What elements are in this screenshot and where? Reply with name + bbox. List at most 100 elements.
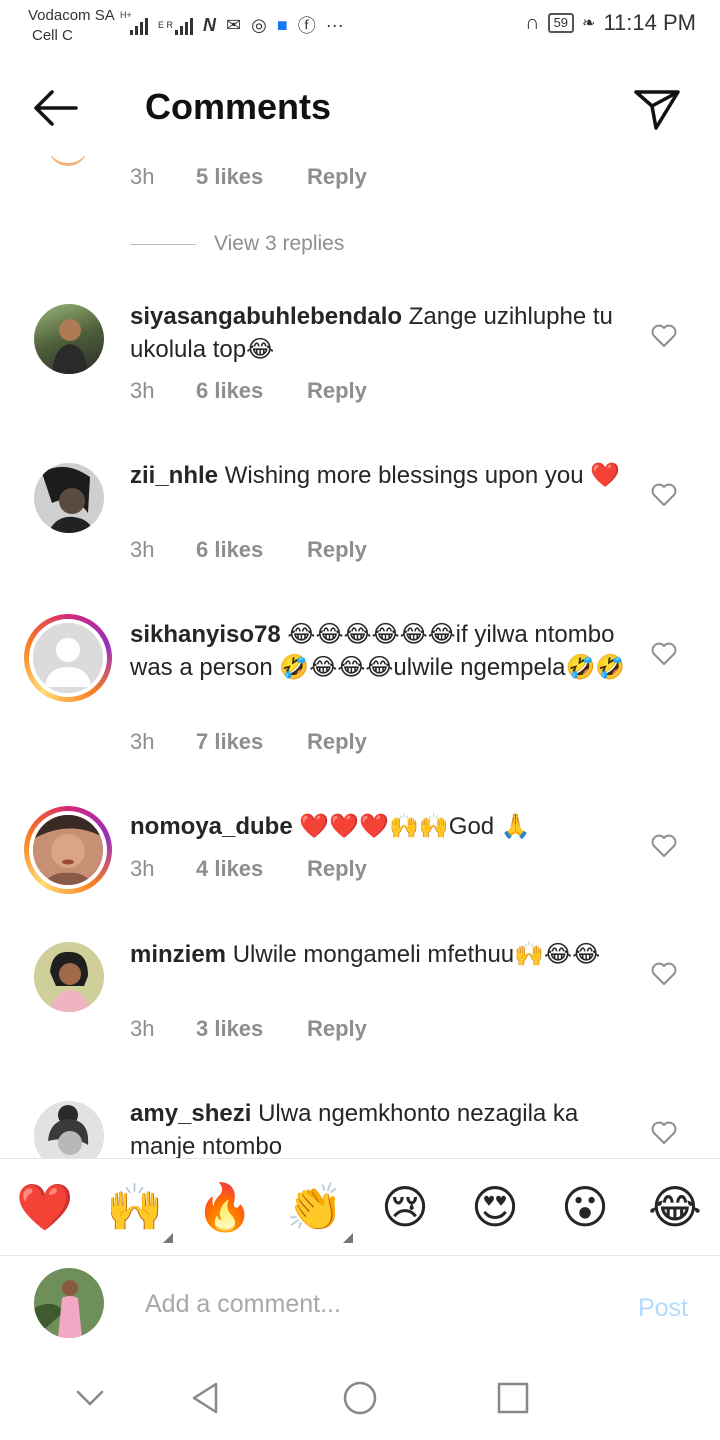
heart-icon[interactable] xyxy=(651,324,677,348)
avatar-image xyxy=(34,1101,104,1158)
my-avatar xyxy=(34,1268,104,1338)
system-nav-bar xyxy=(0,1356,720,1440)
leaf-icon: ❧ xyxy=(582,15,596,32)
heart-icon[interactable] xyxy=(651,834,677,858)
heart-icon[interactable] xyxy=(651,962,677,986)
avatar[interactable] xyxy=(34,1101,104,1158)
reply-button[interactable]: Reply xyxy=(307,729,367,755)
comment-text: amy_shezi Ulwa ngemkhonto nezagila ka ma… xyxy=(130,1097,630,1158)
comment-text: nomoya_dube ❤️❤️❤️🙌🙌God 🙏 xyxy=(130,810,630,843)
emoji-heart-button[interactable]: ❤️ xyxy=(15,1177,75,1237)
back-arrow-icon[interactable] xyxy=(30,88,80,128)
comment-body: Wishing more blessings upon you ❤️ xyxy=(224,462,621,489)
notification-icons: H+ E R N ✉ ◎ ■ ⓕ ··· xyxy=(120,10,344,38)
network-type-1: H+ xyxy=(120,10,132,20)
clock: 11:14 PM xyxy=(603,10,696,35)
comment-username[interactable]: sikhanyiso78 xyxy=(130,621,281,648)
recents-square-icon[interactable] xyxy=(493,1378,533,1418)
emoji-clap-button[interactable]: 👏 xyxy=(285,1177,353,1243)
comment-likes[interactable]: 4 likes xyxy=(196,856,307,882)
comment-username[interactable]: amy_shezi xyxy=(130,1100,251,1127)
avatar[interactable] xyxy=(34,304,104,374)
carrier-names: Vodacom SA Cell C xyxy=(28,6,115,46)
heart-icon[interactable] xyxy=(651,1121,677,1145)
avatar-image xyxy=(34,1268,104,1338)
reply-button[interactable]: Reply xyxy=(307,164,367,190)
heart-icon[interactable] xyxy=(651,642,677,666)
send-icon[interactable] xyxy=(632,84,682,134)
comment-meta: 3h 3 likes Reply xyxy=(130,1016,367,1042)
skin-tone-indicator xyxy=(163,1233,173,1243)
shield-app-icon: ■ xyxy=(276,14,288,35)
comment-time: 3h xyxy=(130,164,155,189)
reply-button[interactable]: Reply xyxy=(307,378,367,404)
avatar-story-ring[interactable] xyxy=(24,806,112,894)
more-icon: ··· xyxy=(325,14,344,35)
view-replies-button[interactable]: View 3 replies xyxy=(130,232,344,256)
comment-time: 3h xyxy=(130,856,155,881)
status-right: ∩ 59 ❧ 11:14 PM xyxy=(525,10,696,36)
home-circle-icon[interactable] xyxy=(340,1378,380,1418)
comment-username[interactable]: zii_nhle xyxy=(130,462,218,489)
default-avatar-icon xyxy=(33,623,103,693)
emoji-bar: ❤️ 🙌 🔥 👏 😢 😍 😮 😂 xyxy=(0,1158,720,1256)
avatar-partial xyxy=(48,156,88,166)
signal-icon-2 xyxy=(175,15,194,35)
emoji-surprised-button[interactable]: 😮 xyxy=(555,1177,615,1237)
reply-button[interactable]: Reply xyxy=(307,856,367,882)
comment-username[interactable]: nomoya_dube xyxy=(130,813,293,840)
comment-time: 3h xyxy=(130,378,155,403)
back-triangle-icon[interactable] xyxy=(186,1378,226,1418)
avatar xyxy=(29,811,107,889)
comment-meta: 3h 4 likes Reply xyxy=(130,856,367,882)
avatar[interactable] xyxy=(34,942,104,1012)
avatar-image xyxy=(34,942,104,1012)
post-button[interactable]: Post xyxy=(638,1294,688,1323)
comments-list[interactable]: 3h 5 likes Reply View 3 replies siyasang… xyxy=(0,156,720,1158)
carrier-1: Vodacom SA xyxy=(28,7,115,24)
headphones-icon: ∩ xyxy=(525,11,540,34)
emoji-raised-hands: 🙌 xyxy=(106,1181,164,1233)
header: Comments xyxy=(0,60,720,156)
comment-likes[interactable]: 7 likes xyxy=(196,729,307,755)
comment-meta: 3h 7 likes Reply xyxy=(130,729,367,755)
comment-username[interactable]: minziem xyxy=(130,941,226,968)
avatar-story-ring[interactable] xyxy=(24,614,112,702)
comment-likes[interactable]: 6 likes xyxy=(196,537,307,563)
emoji-clap: 👏 xyxy=(286,1181,344,1233)
comment-text: minziem Ulwile mongameli mfethuu🙌😂😂 xyxy=(130,938,630,971)
network-type-2: E R xyxy=(158,20,174,30)
page-title: Comments xyxy=(145,86,332,127)
skin-tone-indicator xyxy=(343,1233,353,1243)
comment-input[interactable] xyxy=(145,1284,585,1324)
comment-composer: Post xyxy=(0,1256,720,1356)
avatar[interactable] xyxy=(34,463,104,533)
battery-icon: 59 xyxy=(547,13,575,33)
emoji-raised-hands-button[interactable]: 🙌 xyxy=(105,1177,173,1243)
comment-time: 3h xyxy=(130,1016,155,1041)
n-app-icon: N xyxy=(203,14,217,35)
comment-body: ❤️❤️❤️🙌🙌God 🙏 xyxy=(299,813,531,840)
mail-icon: ✉ xyxy=(226,14,242,35)
chevron-down-icon[interactable] xyxy=(70,1378,110,1418)
comment-text: siyasangabuhlebendalo Zange uzihluphe tu… xyxy=(130,300,630,366)
emoji-fire-button[interactable]: 🔥 xyxy=(195,1177,255,1237)
reply-button[interactable]: Reply xyxy=(307,1016,367,1042)
instagram-icon: ◎ xyxy=(251,14,267,35)
comment-likes[interactable]: 6 likes xyxy=(196,378,307,404)
avatar xyxy=(29,619,107,697)
comment-meta: 3h 6 likes Reply xyxy=(130,378,367,404)
comment-text: zii_nhle Wishing more blessings upon you… xyxy=(130,459,630,492)
comment-likes[interactable]: 5 likes xyxy=(196,164,307,190)
comment-username[interactable]: siyasangabuhlebendalo xyxy=(130,303,402,330)
emoji-crying-button[interactable]: 😢 xyxy=(375,1177,435,1237)
reply-button[interactable]: Reply xyxy=(307,537,367,563)
avatar-image xyxy=(52,319,88,374)
emoji-heart-eyes-button[interactable]: 😍 xyxy=(465,1177,525,1237)
comment-time: 3h xyxy=(130,729,155,754)
comment-likes[interactable]: 3 likes xyxy=(196,1016,307,1042)
comment-time: 3h xyxy=(130,537,155,562)
emoji-laughing-button[interactable]: 😂 xyxy=(645,1177,705,1237)
heart-icon[interactable] xyxy=(651,483,677,507)
comment-meta: 3h 6 likes Reply xyxy=(130,537,367,563)
